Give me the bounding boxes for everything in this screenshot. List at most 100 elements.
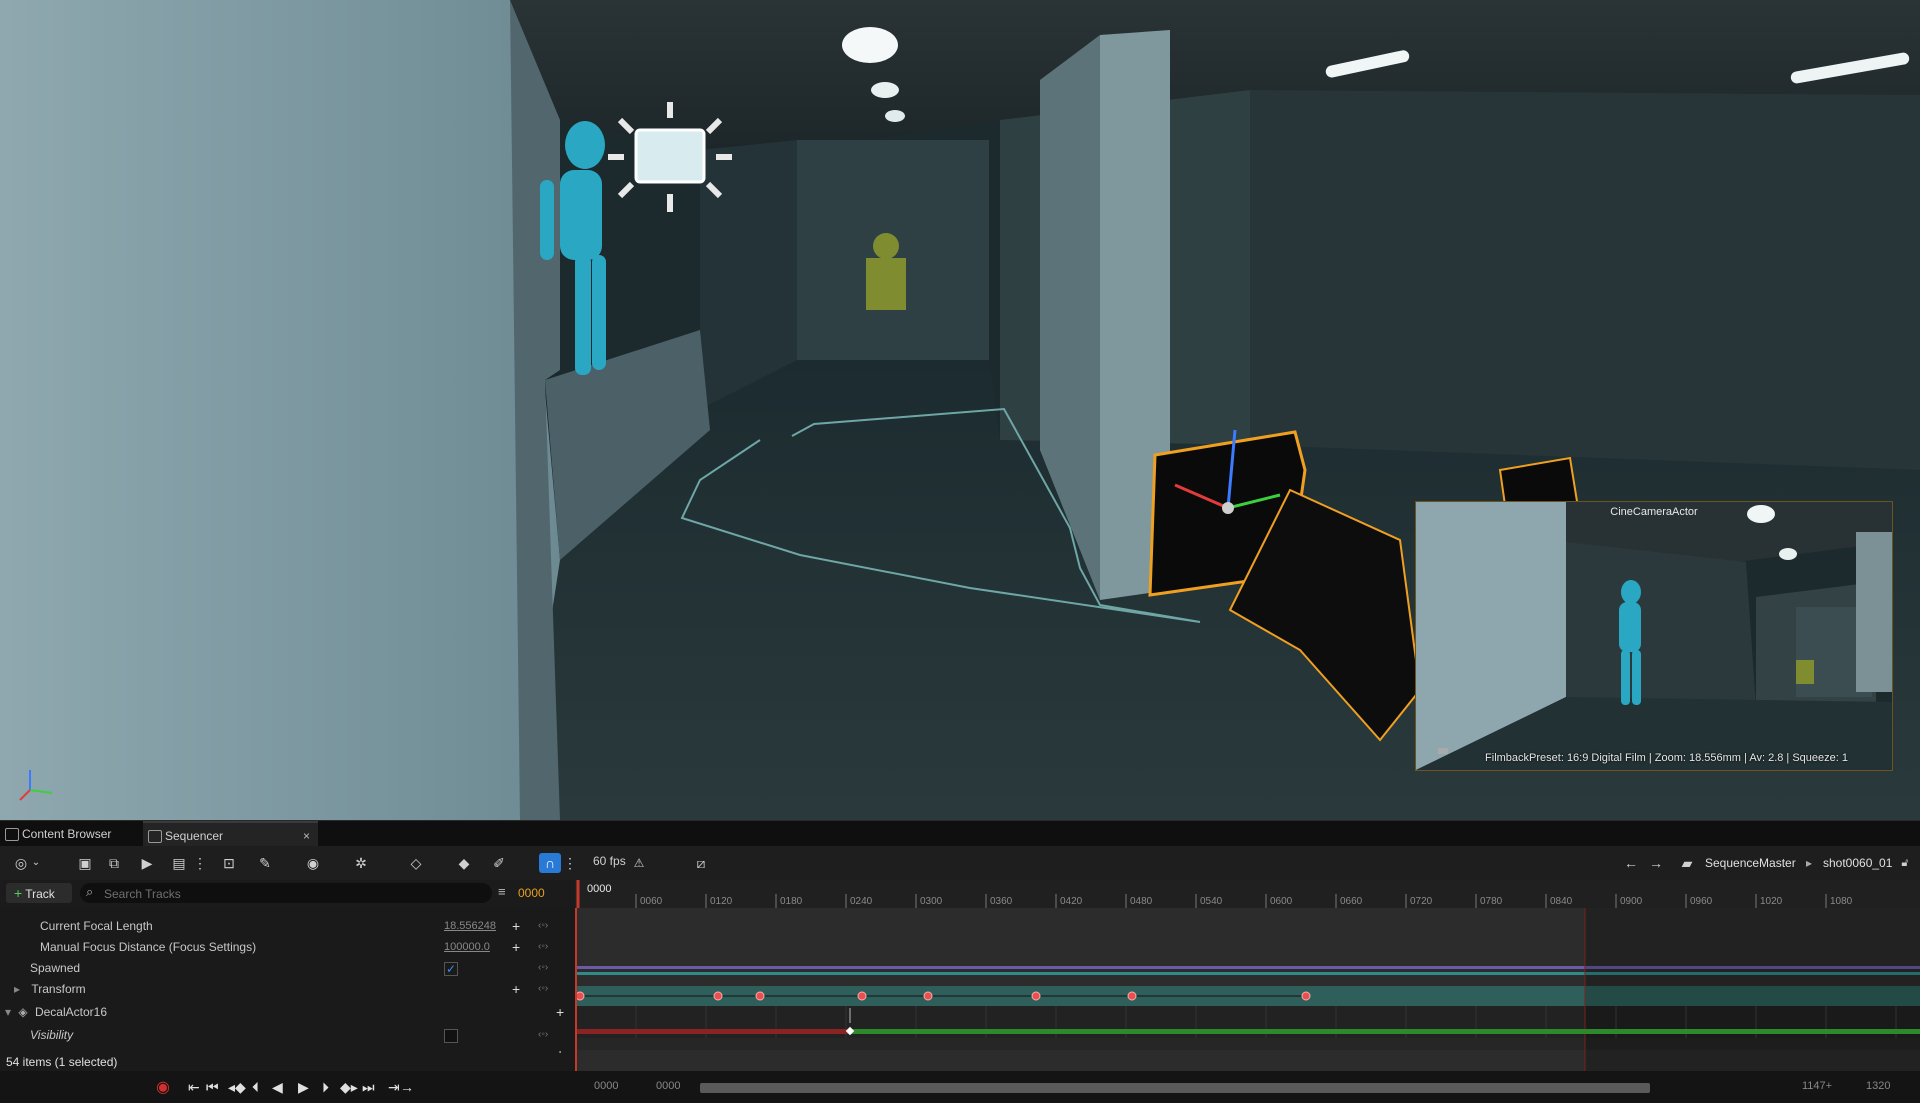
camera-preview-title: CineCameraActor [1610, 506, 1698, 518]
play-start-field[interactable]: 0000 [656, 1080, 680, 1092]
clapper-icon [148, 830, 162, 843]
focal-length-value[interactable]: 18.556248 [444, 916, 496, 936]
keyframe-nav-icon[interactable]: ‹◦› [538, 916, 548, 936]
jump-to-end-icon[interactable]: ⇥ [388, 1079, 400, 1096]
track-row-spawned[interactable]: Spawned ✓ ‹◦› [0, 958, 575, 978]
more-options-icon[interactable]: ⋮ [193, 853, 207, 873]
jump-to-start-icon[interactable]: ⇤ [188, 1079, 200, 1096]
track-label: DecalActor16 [34, 1005, 107, 1019]
loop-icon[interactable]: → [400, 1079, 414, 1095]
decal-actor-icon: ◈ [18, 1005, 28, 1019]
clapper-icon[interactable]: ▤ [168, 853, 190, 873]
current-frame-field[interactable]: 0000 [518, 886, 545, 900]
transform-keyframe [1127, 991, 1137, 1001]
add-track-label: Track [25, 887, 55, 901]
ruler-tick-label: 0960 [1690, 896, 1713, 907]
key-diamond-icon[interactable]: ◇ [405, 853, 427, 873]
previous-frame-icon[interactable]: ⏴ [252, 1079, 259, 1096]
expand-arrow-icon[interactable]: ▸ [0, 982, 20, 996]
add-key-icon[interactable]: + [512, 979, 520, 999]
curve-editor-icon[interactable]: ⧄ [690, 853, 712, 873]
transform-keyframe [1031, 991, 1041, 1001]
keyframe-nav-icon[interactable]: ‹◦› [538, 958, 548, 978]
track-list: Current Focal Length 18.556248 + ‹◦› Man… [0, 906, 575, 1071]
filter-icon[interactable]: ≡ [498, 884, 506, 899]
camera-cut-icon[interactable]: ⊡ [218, 853, 240, 873]
tab-content-browser[interactable]: Content Browser [0, 821, 119, 847]
snap-magnet-icon[interactable]: ∩ [539, 853, 561, 873]
render-movie-icon[interactable]: ▶ [136, 853, 158, 873]
ruler-tick-label: 0540 [1200, 896, 1223, 907]
track-row-transform[interactable]: ▸ Transform + ‹◦› [0, 979, 575, 999]
next-frame-icon[interactable]: ⏵ [322, 1079, 329, 1096]
breadcrumb-current[interactable]: shot0060_01 [1823, 856, 1892, 870]
keyframe-nav-icon[interactable]: ‹◦› [538, 1025, 548, 1045]
view-start-field[interactable]: 0000 [594, 1080, 618, 1092]
pencil-icon[interactable]: ✐ [488, 853, 510, 873]
chevron-down-icon[interactable]: ⌄ [30, 853, 42, 873]
playback-options-icon[interactable]: ✲ [350, 853, 372, 873]
track-label: Spawned [30, 961, 81, 975]
track-row-focal-length[interactable]: Current Focal Length 18.556248 + ‹◦› [0, 916, 575, 936]
sequencer-toolbar: ◎ ⌄ ▣ ⧉ ▶ ▤ ⋮ ⊡ ✎ ◉ ✲ ◇ ◆ ✐ ∩ ⋮ 60 fps ⚠… [0, 846, 1920, 881]
timeline-lanes[interactable] [575, 908, 1920, 1071]
forward-arrow-icon[interactable]: → [1645, 853, 1667, 873]
track-header-bar: +Track ⌕ ≡ 0000 [0, 880, 575, 906]
timeline-tracks [575, 908, 1920, 1071]
track-count-status: 54 items (1 selected) [0, 1053, 575, 1071]
ruler-tick-label: 0180 [780, 896, 803, 907]
add-track-icon[interactable]: + [556, 1002, 564, 1022]
step-back-icon[interactable]: ◂◆ [228, 1079, 246, 1096]
add-track-button[interactable]: + Track [6, 883, 72, 903]
ruler-tick-label: 0600 [1270, 896, 1293, 907]
ruler-tick-label: 0720 [1410, 896, 1433, 907]
play-reverse-icon[interactable]: ◀ [272, 1079, 283, 1096]
focus-distance-value[interactable]: 100000.0 [444, 937, 490, 957]
spawned-checkbox[interactable]: ✓ [444, 962, 458, 976]
play-end-field[interactable]: 1147+ [1802, 1080, 1832, 1092]
tab-sequencer[interactable]: Sequencer × [143, 821, 318, 849]
ruler-tick-label: 1080 [1830, 896, 1853, 907]
ruler-ticks: 0000 0060 0120 0180 0240 0300 0360 0420 0480 0540… [576, 880, 1853, 908]
save-icon[interactable]: ▣ [74, 853, 96, 873]
previous-key-icon[interactable]: ⏮ [206, 1079, 219, 1096]
ruler-tick-label: 0840 [1550, 896, 1573, 907]
folder-icon: ▰ [1681, 855, 1693, 871]
snap-options-icon[interactable]: ⋮ [563, 853, 577, 873]
search-icon: ⌕ [86, 884, 94, 899]
search-tracks-box[interactable]: ⌕ [80, 883, 492, 903]
step-forward-icon[interactable]: ◆▸ [340, 1079, 358, 1096]
timeline-scrollbar[interactable] [700, 1083, 1650, 1093]
world-icon[interactable]: ◎ [10, 853, 32, 873]
record-button[interactable]: ◉ [156, 1077, 170, 1097]
search-tracks-input[interactable] [102, 885, 486, 903]
track-row-focus-distance[interactable]: Manual Focus Distance (Focus Settings) 1… [0, 937, 575, 957]
save-as-icon[interactable]: ⧉ [103, 853, 125, 873]
back-arrow-icon[interactable]: ← [1620, 853, 1642, 873]
view-end-field[interactable]: 1320 [1866, 1080, 1890, 1092]
keyframe-nav-icon[interactable]: ‹◦› [538, 937, 548, 957]
keyframe-nav-icon[interactable]: ‹◦› [538, 979, 548, 999]
wrench-icon[interactable]: ✎ [254, 853, 276, 873]
warning-icon: ⚠ [633, 856, 645, 870]
ruler-tick-label: 0120 [710, 896, 733, 907]
add-key-icon[interactable]: + [512, 937, 520, 957]
ruler-tick-label: 1020 [1760, 896, 1783, 907]
next-key-icon[interactable]: ⏭ [362, 1079, 375, 1096]
folder-icon [5, 828, 19, 841]
level-viewport[interactable]: CineCameraActor FilmbackPreset: 16:9 Dig… [0, 0, 1920, 820]
collapse-arrow-icon[interactable]: ▾ [0, 1005, 11, 1019]
breadcrumb-parent[interactable]: SequenceMaster [1705, 856, 1796, 870]
eye-icon[interactable]: ◉ [302, 853, 324, 873]
add-key-icon[interactable]: + [512, 916, 520, 936]
transform-keyframe [575, 991, 585, 1001]
visibility-checkbox[interactable] [444, 1029, 458, 1043]
play-icon[interactable]: ▶ [298, 1079, 309, 1096]
add-key-icon[interactable]: ◆ [453, 853, 475, 873]
ruler-tick-label: 0660 [1340, 896, 1363, 907]
fps-dropdown[interactable]: 60 fps [593, 854, 626, 868]
track-row-visibility[interactable]: Visibility ‹◦› [0, 1025, 575, 1045]
lock-icon[interactable]: 🔓︎ [1894, 853, 1916, 873]
track-row-decal-actor[interactable]: ▾ ◈ DecalActor16 + [0, 1002, 575, 1022]
time-ruler[interactable]: 0000 0060 0120 0180 0240 0300 0360 0420 0480 0540… [575, 880, 1920, 908]
